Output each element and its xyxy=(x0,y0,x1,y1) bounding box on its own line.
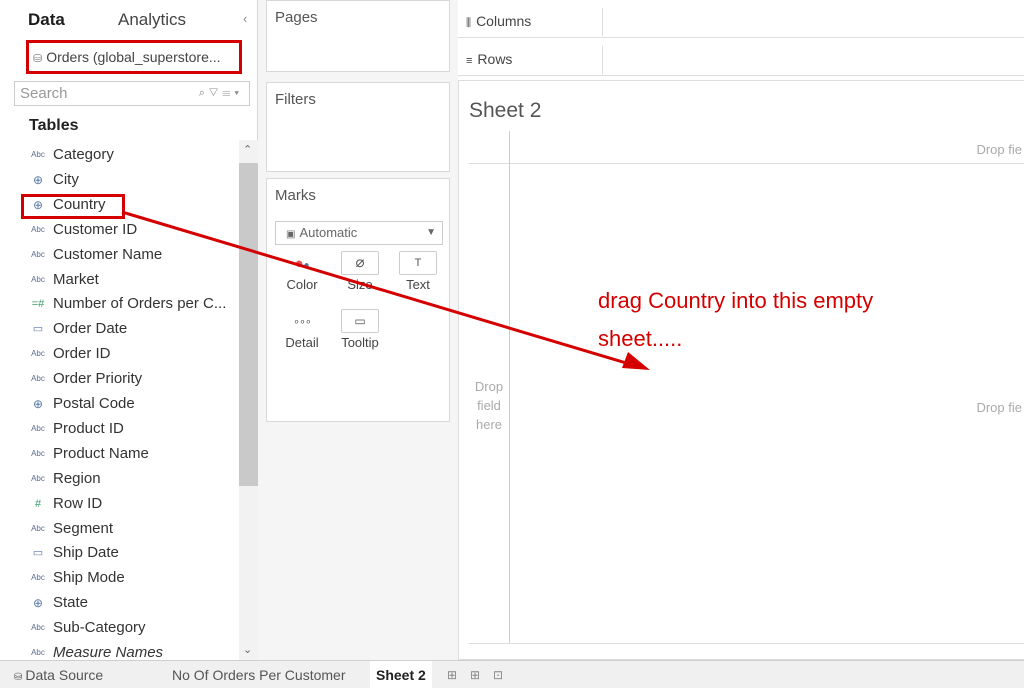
arrow-head xyxy=(622,352,650,370)
annotation-arrow xyxy=(121,210,650,370)
arrow-shaft xyxy=(121,210,637,368)
